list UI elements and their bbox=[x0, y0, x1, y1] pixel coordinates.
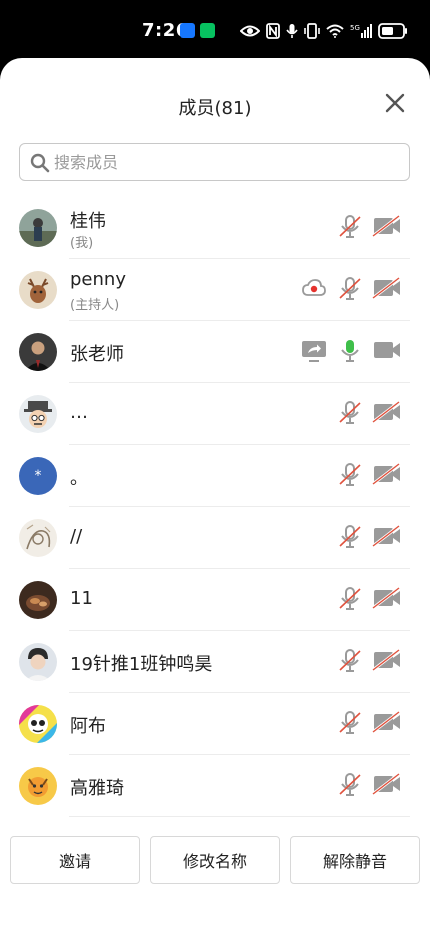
mic-muted-icon[interactable] bbox=[338, 710, 362, 740]
eye-icon bbox=[240, 24, 260, 38]
avatar: * bbox=[19, 457, 57, 495]
member-row[interactable]: 19针推1班钟鸣昊 bbox=[0, 631, 430, 693]
member-row[interactable]: 11 bbox=[0, 569, 430, 631]
mic-muted-icon[interactable] bbox=[338, 214, 362, 244]
footer-actions: 邀请 修改名称 解除静音 bbox=[0, 836, 430, 884]
member-name: 。 bbox=[70, 468, 88, 489]
cellular-signal-icon: 5G bbox=[350, 23, 372, 39]
member-row[interactable]: … bbox=[0, 383, 430, 445]
mic-muted-icon[interactable] bbox=[338, 648, 362, 678]
avatar-initial: * bbox=[34, 468, 42, 484]
status-icons: 5G bbox=[240, 19, 408, 43]
camera-on-icon[interactable] bbox=[372, 338, 402, 366]
member-name: 阿布 bbox=[70, 716, 106, 737]
member-name: 高雅琦 bbox=[70, 778, 124, 799]
cloud-recording-icon bbox=[302, 279, 326, 301]
search-input[interactable] bbox=[54, 144, 399, 180]
camera-off-icon[interactable] bbox=[372, 276, 402, 304]
camera-off-icon[interactable] bbox=[372, 524, 402, 552]
member-name: … bbox=[70, 402, 88, 423]
camera-off-icon[interactable] bbox=[372, 214, 402, 242]
avatar bbox=[19, 767, 57, 805]
invite-button[interactable]: 邀请 bbox=[10, 836, 140, 884]
dialog-title: 成员(81) bbox=[178, 98, 252, 119]
avatar bbox=[19, 519, 57, 557]
avatar bbox=[19, 643, 57, 681]
unmute-button[interactable]: 解除静音 bbox=[290, 836, 420, 884]
avatar bbox=[19, 395, 57, 433]
avatar bbox=[19, 705, 57, 743]
member-row[interactable]: 高雅琦 bbox=[0, 755, 430, 817]
member-row[interactable]: // bbox=[0, 507, 430, 569]
camera-off-icon[interactable] bbox=[372, 400, 402, 428]
mic-muted-icon[interactable] bbox=[338, 772, 362, 802]
rename-button[interactable]: 修改名称 bbox=[150, 836, 280, 884]
member-name: // bbox=[70, 526, 83, 547]
avatar bbox=[19, 271, 57, 309]
members-sheet: 成员(81) 桂伟(我)penny(主持人)张老师…*。//1119针推1班钟鸣… bbox=[0, 58, 430, 930]
mic-active-icon[interactable] bbox=[338, 338, 362, 368]
screen-share-icon bbox=[301, 340, 327, 366]
member-name: 19针推1班钟鸣昊 bbox=[70, 654, 213, 675]
mic-muted-icon[interactable] bbox=[338, 400, 362, 430]
avatar bbox=[19, 209, 57, 247]
battery-icon bbox=[378, 23, 408, 39]
member-row[interactable]: 桂伟 (我) bbox=[0, 197, 430, 259]
search-icon bbox=[30, 153, 50, 177]
camera-off-icon[interactable] bbox=[372, 462, 402, 490]
alipay-app-icon bbox=[180, 23, 195, 38]
member-row[interactable]: penny (主持人) bbox=[0, 259, 430, 321]
member-name: penny bbox=[70, 269, 126, 290]
camera-off-icon[interactable] bbox=[372, 710, 402, 738]
vibrate-icon bbox=[304, 23, 320, 39]
member-name: 张老师 bbox=[70, 344, 124, 365]
nfc-icon bbox=[266, 23, 280, 39]
close-icon[interactable] bbox=[384, 92, 406, 114]
member-name: 11 bbox=[70, 588, 93, 609]
mic-muted-icon[interactable] bbox=[338, 276, 362, 306]
member-list: 桂伟 (我) penny (主持人) 张老师… *。//11 19针推1班钟鸣昊 阿布 高雅琦 bbox=[0, 197, 430, 817]
wifi-icon bbox=[326, 24, 344, 38]
mic-muted-icon[interactable] bbox=[338, 586, 362, 616]
member-role: (主持人) bbox=[70, 298, 120, 313]
avatar bbox=[19, 333, 57, 371]
status-bar: 7:26 5G bbox=[0, 0, 430, 58]
svg-text:5G: 5G bbox=[350, 24, 360, 32]
member-role: (我) bbox=[70, 236, 94, 251]
camera-off-icon[interactable] bbox=[372, 772, 402, 800]
member-row[interactable]: 阿布 bbox=[0, 693, 430, 755]
member-row[interactable]: 张老师 bbox=[0, 321, 430, 383]
avatar bbox=[19, 581, 57, 619]
mic-muted-icon[interactable] bbox=[338, 462, 362, 492]
mic-icon bbox=[286, 23, 298, 39]
mic-muted-icon[interactable] bbox=[338, 524, 362, 554]
row-divider bbox=[69, 816, 410, 817]
camera-off-icon[interactable] bbox=[372, 648, 402, 676]
search-box[interactable] bbox=[19, 143, 410, 181]
member-row[interactable]: *。 bbox=[0, 445, 430, 507]
camera-off-icon[interactable] bbox=[372, 586, 402, 614]
wechat-app-icon bbox=[200, 23, 215, 38]
member-name: 桂伟 bbox=[70, 211, 106, 232]
